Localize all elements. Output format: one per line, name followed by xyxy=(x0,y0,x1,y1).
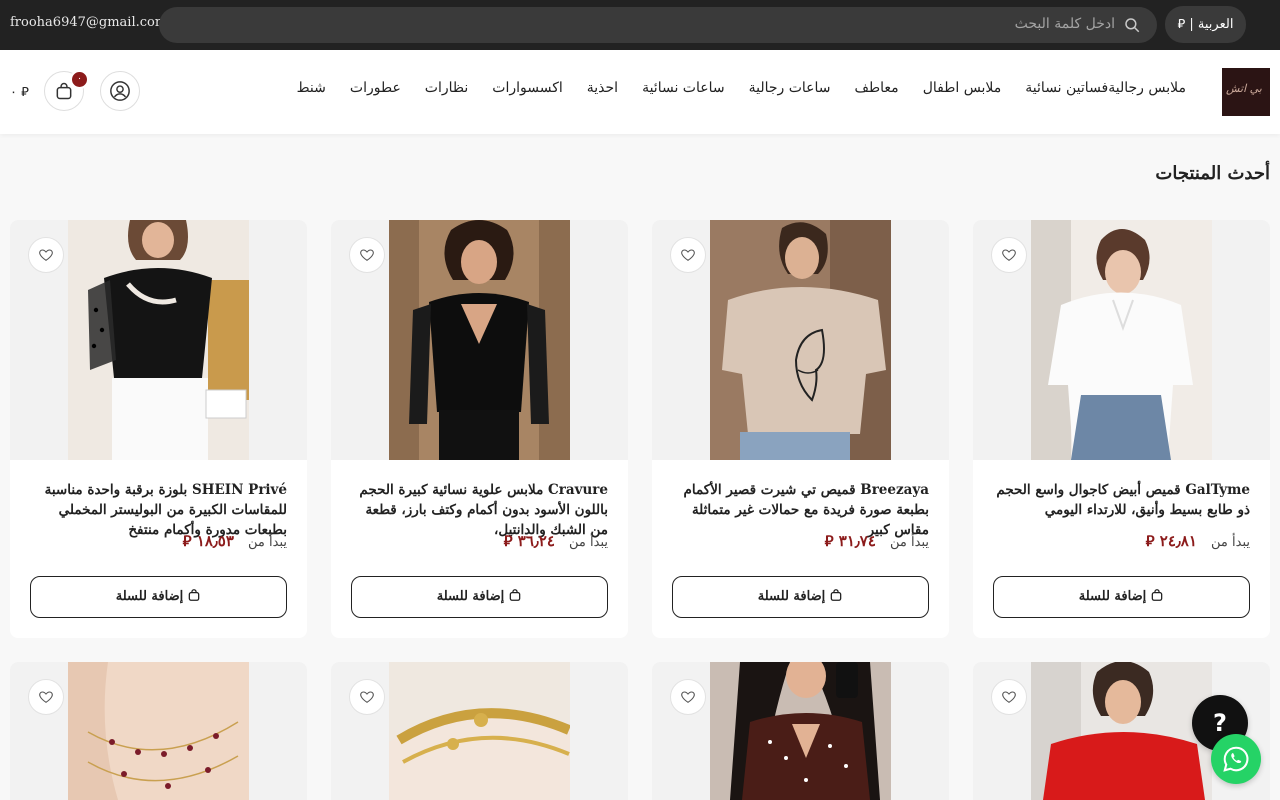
favorite-button[interactable] xyxy=(28,679,64,715)
add-to-cart-label: إضافة للسلة xyxy=(757,589,826,604)
favorite-button[interactable] xyxy=(991,679,1027,715)
product-card[interactable] xyxy=(652,662,949,800)
add-to-cart-label: إضافة للسلة xyxy=(436,589,505,604)
cart-count-badge: ٠ xyxy=(70,70,89,89)
product-title[interactable]: Cravure ملابس علوية نسائية كبيرة الحجم ب… xyxy=(351,480,608,540)
shopping-bag-icon xyxy=(830,589,842,601)
contact-email[interactable]: frooha6947@gmail.com xyxy=(10,15,167,30)
shopping-bag-icon xyxy=(509,589,521,601)
add-to-cart-label: إضافة للسلة xyxy=(1078,589,1147,604)
product-image-area xyxy=(973,220,1270,460)
price-from-label: يبدأ من xyxy=(248,535,287,550)
product-card[interactable]: Breezaya قميص تي شيرت قصير الأكمام بطبعة… xyxy=(652,220,949,638)
search-placeholder: ادخل كلمة البحث xyxy=(1014,16,1115,32)
heart-icon xyxy=(681,691,695,703)
favorite-button[interactable] xyxy=(349,237,385,273)
heart-icon xyxy=(360,249,374,261)
heart-icon xyxy=(39,691,53,703)
add-to-cart-button[interactable]: إضافة للسلة xyxy=(993,576,1250,618)
heart-icon xyxy=(360,691,374,703)
product-card[interactable]: SHEIN Privé بلوزة برقبة واحدة مناسبة للم… xyxy=(10,220,307,638)
shopping-bag-icon xyxy=(188,589,200,601)
nav-item-men-watches[interactable]: ساعات رجالية xyxy=(749,80,831,96)
heart-icon xyxy=(1002,691,1016,703)
favorite-button[interactable] xyxy=(28,237,64,273)
search-input[interactable]: ادخل كلمة البحث xyxy=(159,7,1157,43)
nav-item-accessories[interactable]: اكسسوارات xyxy=(492,80,563,96)
store-logo[interactable]: بي اتش xyxy=(1222,68,1270,116)
product-price: ٣١٫٧٤ ⃁ xyxy=(824,532,876,550)
heart-icon xyxy=(39,249,53,261)
search-icon[interactable] xyxy=(1123,16,1141,34)
product-price-row: يبدأ من ١٨٫٥٣ ⃁ xyxy=(183,532,287,551)
cart-total: ٠ ⃁ xyxy=(10,85,29,100)
product-card[interactable] xyxy=(331,662,628,800)
favorite-button[interactable] xyxy=(991,237,1027,273)
product-title[interactable]: Breezaya قميص تي شيرت قصير الأكمام بطبعة… xyxy=(672,480,929,540)
product-card[interactable] xyxy=(10,662,307,800)
whatsapp-button[interactable] xyxy=(1211,734,1261,784)
product-price: ٣٦٫٢٤ ⃁ xyxy=(503,532,555,550)
shopping-bag-icon xyxy=(1151,589,1163,601)
main-header: بي اتش ملابس رجالية فساتين نسائية ملابس … xyxy=(0,50,1280,134)
nav-item-coats[interactable]: معاطف xyxy=(855,80,899,96)
product-image-area xyxy=(331,220,628,460)
nav-item-men-clothing[interactable]: ملابس رجالية xyxy=(1108,80,1186,96)
product-image-area xyxy=(10,220,307,460)
add-to-cart-button[interactable]: إضافة للسلة xyxy=(672,576,929,618)
product-price-row: يبدأ من ٣٦٫٢٤ ⃁ xyxy=(504,532,608,551)
user-icon xyxy=(110,81,130,101)
favorite-button[interactable] xyxy=(670,679,706,715)
nav-item-glasses[interactable]: نظارات xyxy=(425,80,468,96)
product-price: ٢٤٫٨١ ⃁ xyxy=(1145,532,1197,550)
top-bar: frooha6947@gmail.com ادخل كلمة البحث الع… xyxy=(0,0,1280,50)
nav-item-kids-clothing[interactable]: ملابس اطفال xyxy=(923,80,1002,96)
product-image[interactable] xyxy=(1031,220,1212,460)
product-image-area xyxy=(652,220,949,460)
product-image[interactable] xyxy=(68,220,249,460)
heart-icon xyxy=(1002,249,1016,261)
add-to-cart-label: إضافة للسلة xyxy=(115,589,184,604)
product-image[interactable] xyxy=(389,220,570,460)
main-nav: ملابس رجالية فساتين نسائية ملابس اطفال م… xyxy=(273,80,1186,96)
product-card[interactable]: GalTyme قميص أبيض كاجوال واسع الحجم ذو ط… xyxy=(973,220,1270,638)
nav-item-bags[interactable]: شنط xyxy=(297,80,326,96)
account-button[interactable] xyxy=(100,71,140,111)
product-image-area xyxy=(652,662,949,800)
product-price-row: يبدأ من ٣١٫٧٤ ⃁ xyxy=(825,532,929,551)
nav-item-perfumes[interactable]: عطورات xyxy=(350,80,401,96)
heart-icon xyxy=(681,249,695,261)
product-price-row: يبدأ من ٢٤٫٨١ ⃁ xyxy=(1146,532,1250,551)
product-image[interactable] xyxy=(389,662,570,800)
whatsapp-icon xyxy=(1223,746,1249,772)
section-title: أحدث المنتجات xyxy=(1155,163,1270,184)
product-card[interactable]: Cravure ملابس علوية نسائية كبيرة الحجم ب… xyxy=(331,220,628,638)
product-image[interactable] xyxy=(710,220,891,460)
product-image[interactable] xyxy=(68,662,249,800)
nav-item-shoes[interactable]: احذية xyxy=(587,80,618,96)
add-to-cart-button[interactable]: إضافة للسلة xyxy=(30,576,287,618)
price-from-label: يبدأ من xyxy=(890,535,929,550)
product-title[interactable]: SHEIN Privé بلوزة برقبة واحدة مناسبة للم… xyxy=(30,480,287,540)
product-image-area xyxy=(331,662,628,800)
nav-item-women-dresses[interactable]: فساتين نسائية xyxy=(1025,80,1108,96)
price-from-label: يبدأ من xyxy=(569,535,608,550)
product-image-area xyxy=(10,662,307,800)
language-currency-button[interactable]: العربية | ⃁ xyxy=(1165,6,1246,43)
product-image[interactable] xyxy=(1031,662,1212,800)
favorite-button[interactable] xyxy=(349,679,385,715)
nav-item-women-watches[interactable]: ساعات نسائية xyxy=(642,80,725,96)
add-to-cart-button[interactable]: إضافة للسلة xyxy=(351,576,608,618)
product-price: ١٨٫٥٣ ⃁ xyxy=(182,532,234,550)
product-title[interactable]: GalTyme قميص أبيض كاجوال واسع الحجم ذو ط… xyxy=(993,480,1250,520)
favorite-button[interactable] xyxy=(670,237,706,273)
price-from-label: يبدأ من xyxy=(1211,535,1250,550)
product-image[interactable] xyxy=(710,662,891,800)
